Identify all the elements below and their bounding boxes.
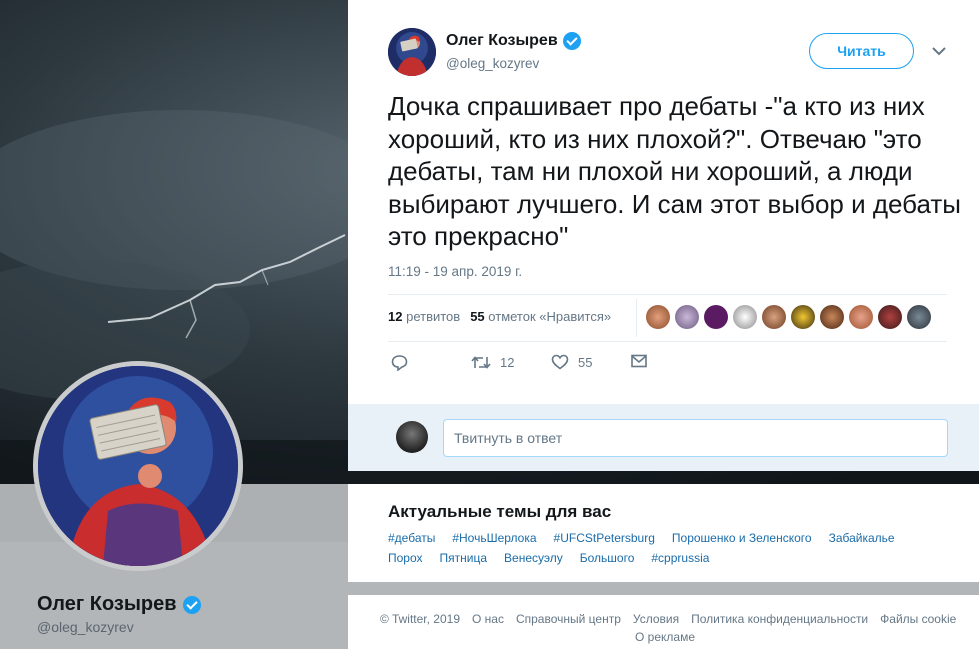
liker-avatar[interactable] (791, 305, 815, 329)
direct-message-action[interactable] (631, 354, 647, 368)
tweet-text: Дочка спрашивает про дебаты -"а кто из н… (388, 91, 961, 251)
divider (388, 341, 947, 342)
trend-link[interactable]: Порошенко и Зеленского (672, 531, 812, 545)
trend-link[interactable]: Венесуэлу (504, 551, 563, 565)
footer-link-terms[interactable]: Условия (633, 612, 679, 626)
retweet-action[interactable]: 12 (471, 354, 514, 371)
like-action[interactable]: 55 (551, 354, 592, 370)
trend-link[interactable]: Пятница (440, 551, 488, 565)
divider (388, 294, 947, 295)
verified-badge-icon (562, 32, 581, 50)
retweet-icon[interactable] (471, 354, 491, 371)
tweet-author-name-text[interactable]: Олег Козырев (446, 32, 558, 50)
footer-links: © Twitter, 2019 О нас Справочный центр У… (380, 612, 956, 626)
tweet-author-handle[interactable]: @oleg_kozyrev (446, 56, 539, 71)
footer-link-privacy[interactable]: Политика конфиденциальности (691, 612, 868, 626)
trend-link[interactable]: Порох (388, 551, 423, 565)
liker-avatar[interactable] (646, 305, 670, 329)
liker-avatar[interactable] (820, 305, 844, 329)
liker-avatar[interactable] (762, 305, 786, 329)
footer-link-ads[interactable]: О рекламе (635, 630, 695, 644)
profile-name-text: Олег Козырев (37, 593, 177, 615)
likes-label: отметок «Нравится» (488, 309, 612, 324)
tweet-timestamp[interactable]: 11:19 - 19 апр. 2019 г. (388, 264, 522, 279)
trend-link[interactable]: #cpprussia (651, 551, 709, 565)
liker-avatar[interactable] (849, 305, 873, 329)
retweets-count: 12 (388, 309, 403, 324)
liker-avatar[interactable] (907, 305, 931, 329)
profile-avatar[interactable] (33, 361, 243, 571)
reply-action[interactable] (391, 354, 408, 371)
liker-avatar[interactable] (878, 305, 902, 329)
author-avatar-image (388, 28, 436, 76)
footer-link-cookies[interactable]: Файлы cookie (880, 612, 956, 626)
footer-copyright: © Twitter, 2019 (380, 612, 460, 626)
trend-link[interactable]: #дебаты (388, 531, 435, 545)
tweet-stats: 12 ретвитов 55 отметок «Нравится» (388, 309, 611, 324)
envelope-icon[interactable] (631, 354, 647, 368)
chevron-down-icon[interactable] (930, 44, 948, 58)
retweet-count: 12 (500, 355, 515, 370)
liker-avatar[interactable] (733, 305, 757, 329)
profile-avatar-image (38, 366, 238, 566)
trend-link[interactable]: Забайкалье (829, 531, 895, 545)
profile-name: Олег Козырев (37, 593, 201, 616)
footer-link-help[interactable]: Справочный центр (516, 612, 621, 626)
trends-row: #дебаты #НочьШерлока #UFCStPetersburg По… (388, 531, 895, 545)
follow-button[interactable]: Читать (809, 33, 914, 69)
trend-link[interactable]: Большого (580, 551, 635, 565)
likes-count: 55 (470, 309, 485, 324)
likes-stat[interactable]: 55 отметок «Нравится» (470, 309, 611, 324)
liker-avatar[interactable] (704, 305, 728, 329)
heart-icon[interactable] (551, 354, 569, 370)
like-count: 55 (578, 354, 593, 370)
liker-avatar[interactable] (675, 305, 699, 329)
current-user-avatar (396, 421, 428, 453)
divider (636, 299, 637, 337)
liker-avatars (646, 305, 931, 329)
profile-handle: @oleg_kozyrev (37, 619, 134, 635)
retweets-stat[interactable]: 12 ретвитов (388, 309, 460, 324)
reply-input[interactable] (443, 419, 948, 457)
trend-link[interactable]: #UFCStPetersburg (554, 531, 655, 545)
reply-icon[interactable] (391, 354, 408, 371)
verified-badge-icon (182, 595, 201, 614)
trends-row: Порох Пятница Венесуэлу Большого #cpprus… (388, 551, 709, 565)
trend-link[interactable]: #НочьШерлока (452, 531, 536, 545)
retweets-label: ретвитов (406, 309, 461, 324)
tweet-author-avatar[interactable] (388, 28, 436, 76)
tweet-author-name[interactable]: Олег Козырев (446, 32, 581, 50)
footer-link-about[interactable]: О нас (472, 612, 504, 626)
trends-title: Актуальные темы для вас (388, 502, 612, 521)
